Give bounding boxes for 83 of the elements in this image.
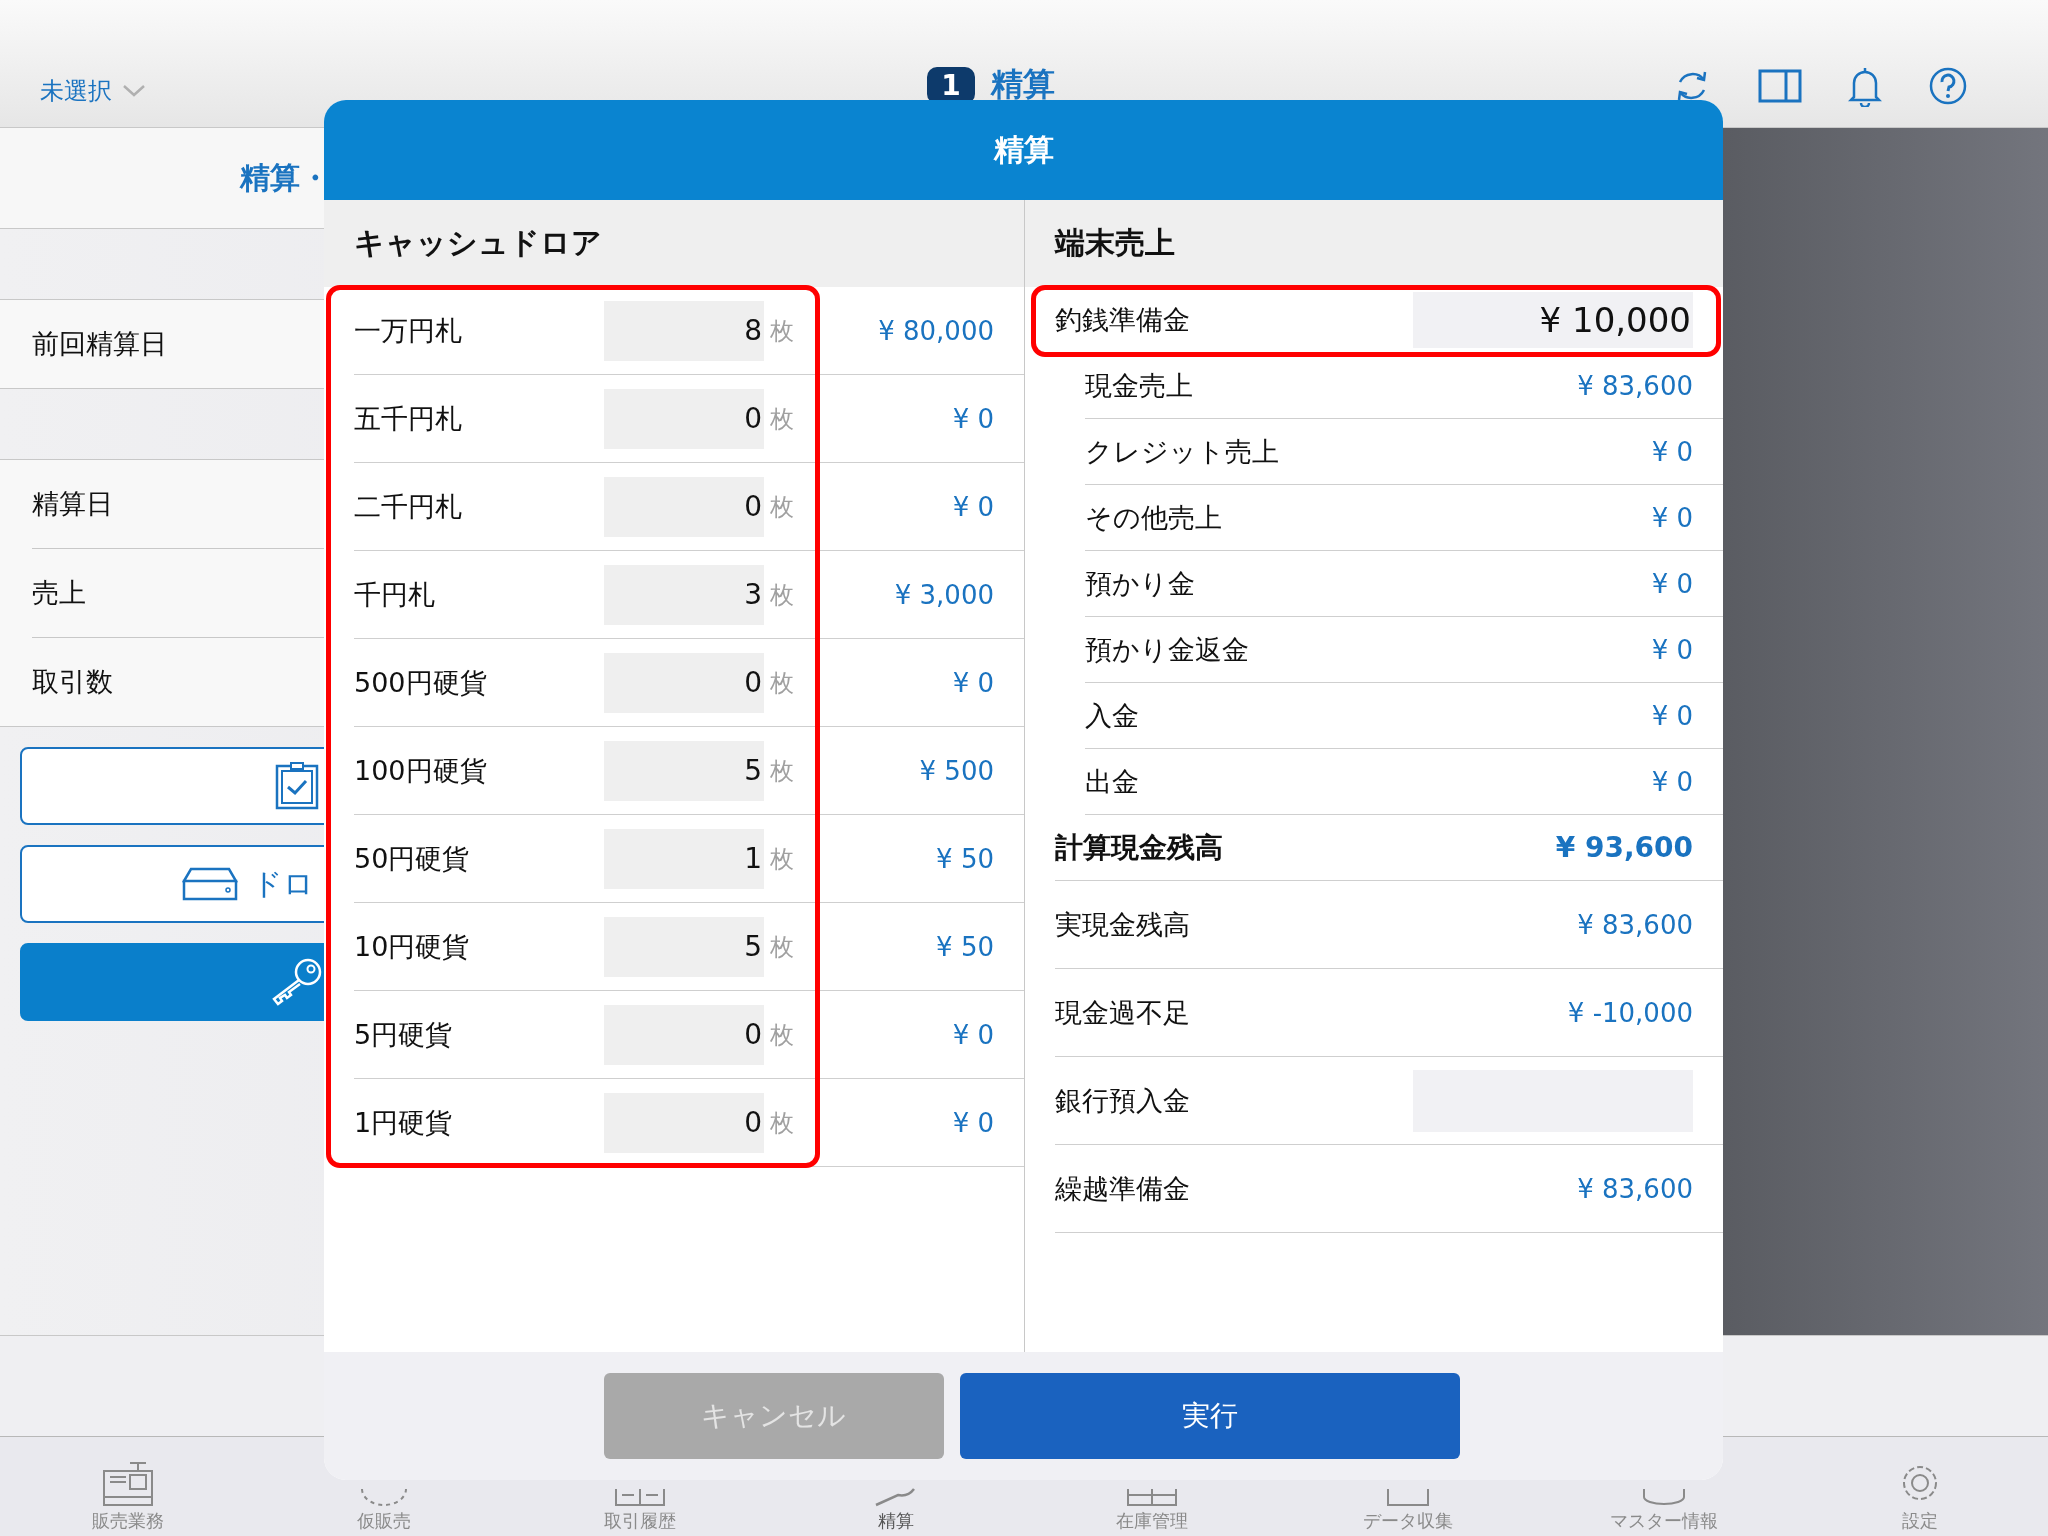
- denomination-label: 1円硬貨: [354, 1105, 454, 1140]
- row-label: 出金: [1085, 764, 1140, 799]
- row-label: その他売上: [1085, 500, 1223, 535]
- unit-label: 枚: [769, 315, 795, 347]
- clipboard-check-icon: [275, 762, 319, 810]
- row-label: 繰越準備金: [1055, 1171, 1191, 1206]
- row-label: 銀行預入金: [1055, 1083, 1191, 1118]
- count-field[interactable]: 0: [604, 476, 764, 537]
- split-view-icon[interactable]: [1758, 69, 1802, 103]
- unit-label: 枚: [769, 491, 795, 523]
- unit-label: 枚: [769, 403, 795, 435]
- row-label: 計算現金残高: [1055, 829, 1224, 866]
- unit-label: 枚: [769, 1107, 795, 1139]
- amount-value: ¥ -10,000: [1567, 997, 1693, 1028]
- boxes-icon: [1124, 1487, 1180, 1507]
- row-label: 売上: [32, 576, 86, 610]
- store-selector[interactable]: 未選択: [40, 75, 146, 107]
- count-field[interactable]: 0: [604, 652, 764, 713]
- amount-value: ¥ 500: [918, 755, 995, 786]
- chevron-down-icon: [122, 84, 146, 98]
- row-label: 取引数: [32, 665, 113, 699]
- unit-label: 枚: [769, 579, 795, 611]
- count-field[interactable]: 5: [604, 916, 764, 977]
- unit-label: 枚: [769, 755, 795, 787]
- bell-icon[interactable]: [1848, 65, 1882, 107]
- dialog-button[interactable]: 実行: [959, 1373, 1460, 1459]
- register-icon: [100, 1459, 156, 1507]
- row-label: 精算日: [32, 487, 113, 521]
- count-field[interactable]: 8: [604, 300, 764, 361]
- amount-value: ¥ 0: [1651, 436, 1693, 467]
- count-field[interactable]: 0: [604, 388, 764, 449]
- count-field[interactable]: 1: [604, 828, 764, 889]
- denomination-label: 10円硬貨: [354, 929, 471, 964]
- amount-value: ¥ 80,000: [877, 315, 995, 346]
- row-label: 現金売上: [1085, 368, 1194, 403]
- amount-value: ¥ 93,600: [1555, 831, 1693, 864]
- panel-title: 精算・: [240, 158, 330, 197]
- unit-label: 枚: [769, 843, 795, 875]
- denomination-label: 5円硬貨: [354, 1017, 454, 1052]
- amount-value: ¥ 0: [1651, 634, 1693, 665]
- count-field[interactable]: 0: [604, 1004, 764, 1065]
- row-label: 預かり金: [1085, 566, 1196, 601]
- help-icon[interactable]: [1928, 66, 1968, 106]
- row-label: 前回精算日: [32, 327, 167, 361]
- row-label: 釣銭準備金: [1055, 303, 1191, 337]
- row-label: 入金: [1085, 698, 1140, 733]
- amount-value: ¥ 0: [951, 491, 995, 522]
- row-label: 現金過不足: [1055, 995, 1191, 1030]
- denomination-label: 500円硬貨: [354, 665, 488, 700]
- row-label: 預かり金返金: [1085, 632, 1250, 667]
- unit-label: 枚: [769, 667, 795, 699]
- denomination-label: 100円硬貨: [354, 753, 488, 788]
- count-field[interactable]: 0: [604, 1092, 764, 1153]
- row-label: 実現金残高: [1055, 907, 1191, 942]
- amount-value: ¥ 0: [1651, 700, 1693, 731]
- unit-label: 枚: [769, 1019, 795, 1051]
- count-field[interactable]: 5: [604, 740, 764, 801]
- amount-value: ¥ 50: [935, 931, 995, 962]
- denomination-label: 一万円札: [354, 313, 463, 348]
- page-title: 精算: [990, 64, 1055, 105]
- section-title: キャッシュドロア: [354, 224, 602, 262]
- amount-value: ¥ 83,600: [1577, 1173, 1693, 1204]
- denomination-label: 五千円札: [354, 401, 463, 436]
- amount-field[interactable]: ¥ 10,000: [1413, 292, 1693, 348]
- amount-value: ¥ 0: [951, 403, 995, 434]
- amount-value: ¥ 83,600: [1577, 370, 1693, 401]
- unit-label: 枚: [769, 931, 795, 963]
- amount-value: ¥ 0: [1651, 766, 1693, 797]
- amount-value: ¥ 50: [935, 843, 995, 874]
- amount-value: ¥ 3,000: [893, 579, 995, 610]
- amount-value: ¥ 0: [1651, 568, 1693, 599]
- row-label: クレジット売上: [1085, 434, 1280, 469]
- denomination-label: 二千円札: [354, 489, 463, 524]
- amount-value: ¥ 83,600: [1577, 909, 1693, 940]
- amount-value: ¥ 0: [951, 1019, 995, 1050]
- amount-value: ¥ 0: [951, 667, 995, 698]
- drawer-icon: [182, 867, 238, 901]
- amount-value: ¥ 0: [1651, 502, 1693, 533]
- count-field[interactable]: 3: [604, 564, 764, 625]
- amount-value: ¥ 0: [951, 1107, 995, 1138]
- section-title: 端末売上: [1055, 224, 1175, 262]
- dialog-title: 精算: [993, 130, 1054, 169]
- denomination-label: 千円札: [354, 577, 436, 612]
